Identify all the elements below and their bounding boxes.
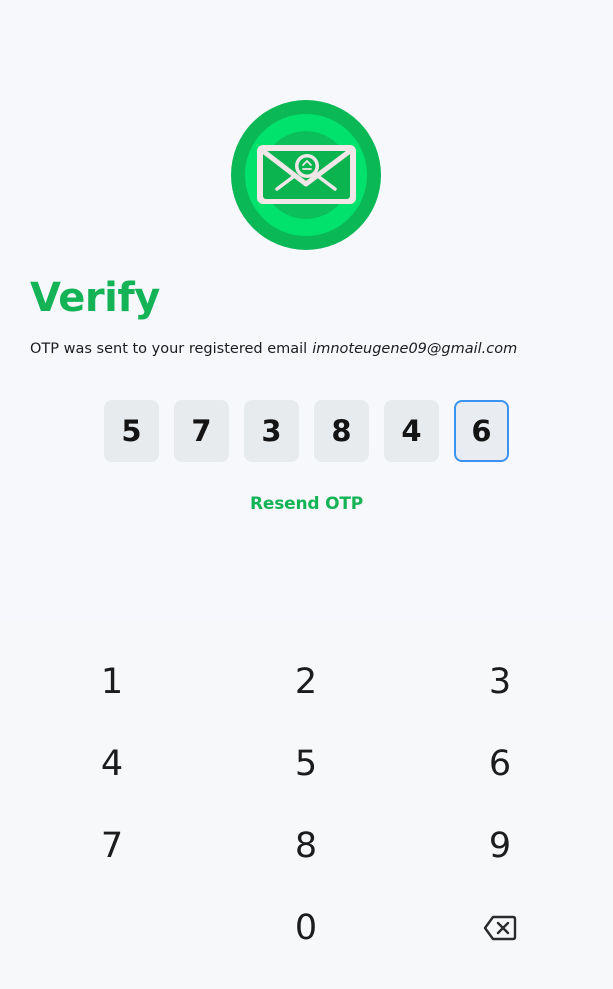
keypad-key-2[interactable]: 2 [226, 646, 386, 718]
keypad-key-4[interactable]: 4 [32, 728, 192, 800]
keypad-key-9[interactable]: 9 [420, 810, 580, 882]
keypad-key-3[interactable]: 3 [420, 646, 580, 718]
keypad-key-5[interactable]: 5 [226, 728, 386, 800]
keypad-key-0[interactable]: 0 [226, 892, 386, 964]
page-title: Verify [30, 275, 160, 321]
keypad-backspace-key[interactable] [420, 892, 580, 964]
otp-sent-message: OTP was sent to your registered email imn… [30, 339, 517, 359]
keypad-key-7[interactable]: 7 [32, 810, 192, 882]
otp-digit-5[interactable]: 4 [384, 400, 439, 462]
otp-digit-6[interactable]: 6 [454, 400, 509, 462]
keypad-key-1[interactable]: 1 [32, 646, 192, 718]
verify-screen: Verify OTP was sent to your registered e… [0, 0, 613, 989]
keypad-key-6[interactable]: 6 [420, 728, 580, 800]
registered-email: imnoteugene09@gmail.com [312, 341, 518, 357]
numeric-keypad: 1 2 3 4 5 6 7 8 9 0 [0, 620, 613, 989]
otp-input-group: 5 7 3 8 4 6 [104, 400, 524, 462]
keypad-key-8[interactable]: 8 [226, 810, 386, 882]
otp-digit-1[interactable]: 5 [104, 400, 159, 462]
otp-digit-4[interactable]: 8 [314, 400, 369, 462]
backspace-icon [483, 915, 517, 941]
otp-sent-text: OTP was sent to your registered email [30, 341, 308, 357]
otp-digit-2[interactable]: 7 [174, 400, 229, 462]
otp-digit-3[interactable]: 3 [244, 400, 299, 462]
verify-content: Verify OTP was sent to your registered e… [0, 0, 613, 620]
email-envelope-icon [231, 100, 381, 250]
resend-otp-button[interactable]: Resend OTP [0, 492, 613, 516]
keypad-key-blank [32, 892, 192, 964]
